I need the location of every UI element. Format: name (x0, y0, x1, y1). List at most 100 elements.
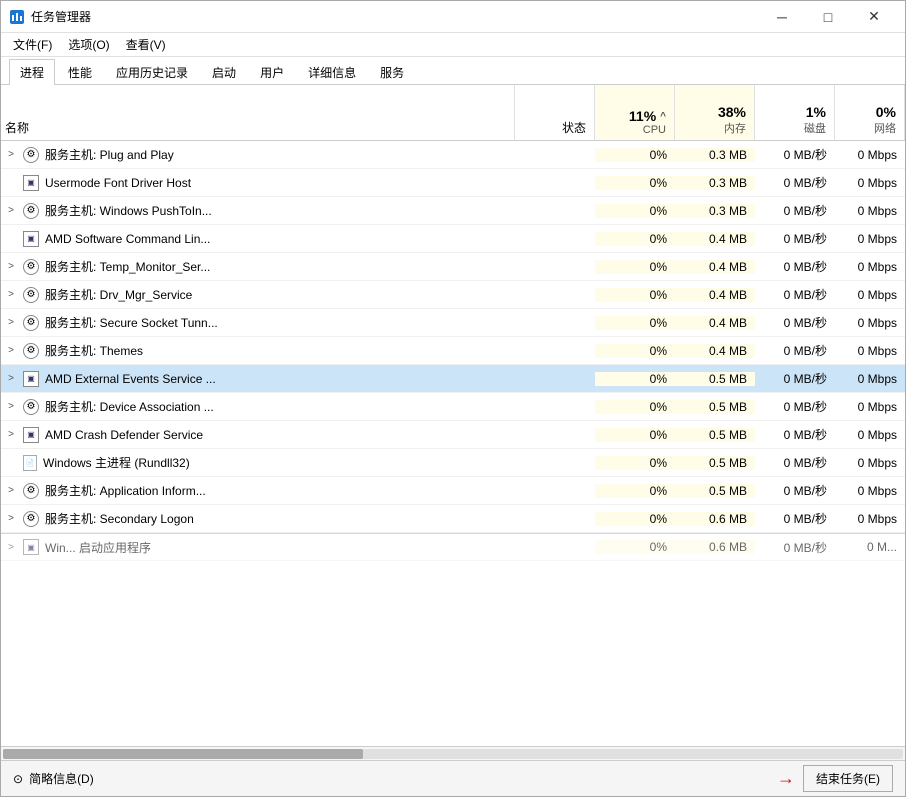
expand-arrow-icon[interactable]: > (5, 205, 17, 216)
process-cpu: 0% (595, 176, 675, 190)
process-icon: ▣ (23, 231, 39, 247)
process-cpu: 0% (595, 540, 675, 554)
process-disk: 0 MB/秒 (755, 342, 835, 359)
table-row[interactable]: >⚙服务主机: Windows PushToIn...0%0.3 MB0 MB/… (1, 197, 905, 225)
scrollbar-thumb[interactable] (3, 749, 363, 759)
process-icon: ⚙ (23, 343, 39, 359)
col-status-label: 状态 (562, 119, 586, 136)
expand-arrow-icon[interactable]: > (5, 373, 17, 384)
process-memory: 0.5 MB (675, 400, 755, 414)
cpu-label: CPU (643, 124, 666, 136)
process-network: 0 Mbps (835, 484, 905, 498)
summary-button[interactable]: ⊙ 简略信息(D) (13, 770, 94, 787)
col-header-disk[interactable]: 1% 磁盘 (755, 85, 835, 140)
expand-arrow-icon[interactable]: > (5, 513, 17, 524)
process-memory: 0.5 MB (675, 428, 755, 442)
table-row[interactable]: >⚙服务主机: Themes0%0.4 MB0 MB/秒0 Mbps (1, 337, 905, 365)
process-network: 0 Mbps (835, 512, 905, 526)
process-name: Usermode Font Driver Host (45, 176, 191, 190)
col-header-name[interactable]: 名称 (1, 85, 515, 140)
status-bar: ⊙ 简略信息(D) → 结束任务(E) (1, 760, 905, 796)
process-disk: 0 MB/秒 (755, 539, 835, 556)
expand-arrow-icon[interactable]: > (5, 317, 17, 328)
process-icon: ⚙ (23, 399, 39, 415)
process-name-cell: >▣Win... 启动应用程序 (1, 539, 515, 556)
expand-arrow-icon[interactable]: > (5, 542, 17, 553)
table-row[interactable]: >⚙服务主机: Plug and Play0%0.3 MB0 MB/秒0 Mbp… (1, 141, 905, 169)
process-icon: ▣ (23, 539, 39, 555)
col-header-status[interactable]: 状态 (515, 85, 595, 140)
process-cpu: 0% (595, 428, 675, 442)
minimize-button[interactable]: ─ (759, 1, 805, 33)
expand-arrow-icon[interactable]: > (5, 289, 17, 300)
process-name: AMD Crash Defender Service (45, 428, 203, 442)
process-table-container: 名称 状态 11% ^ CPU 38% 内存 1% (1, 85, 905, 760)
process-name: 服务主机: Secondary Logon (45, 510, 194, 527)
table-header: 名称 状态 11% ^ CPU 38% 内存 1% (1, 85, 905, 141)
window-controls: ─ □ ✕ (759, 1, 897, 33)
tab-performance[interactable]: 性能 (57, 59, 103, 85)
tab-app-history[interactable]: 应用历史记录 (105, 59, 199, 85)
process-cpu: 0% (595, 232, 675, 246)
table-row[interactable]: >⚙服务主机: Secure Socket Tunn...0%0.4 MB0 M… (1, 309, 905, 337)
tab-startup[interactable]: 启动 (201, 59, 247, 85)
title-bar: 任务管理器 ─ □ ✕ (1, 1, 905, 33)
process-disk: 0 MB/秒 (755, 370, 835, 387)
process-icon: ⚙ (23, 315, 39, 331)
expand-arrow-icon[interactable]: > (5, 345, 17, 356)
col-header-memory[interactable]: 38% 内存 (675, 85, 755, 140)
process-disk: 0 MB/秒 (755, 174, 835, 191)
table-row[interactable]: >⚙服务主机: Device Association ...0%0.5 MB0 … (1, 393, 905, 421)
end-task-button[interactable]: 结束任务(E) (803, 765, 893, 792)
expand-arrow-icon[interactable]: > (5, 261, 17, 272)
col-name-label: 名称 (5, 119, 29, 136)
process-name-cell: >⚙服务主机: Secondary Logon (1, 510, 515, 527)
table-row[interactable]: ▣Usermode Font Driver Host 0%0.3 MB0 MB/秒… (1, 169, 905, 197)
table-row[interactable]: >⚙服务主机: Temp_Monitor_Ser...0%0.4 MB0 MB/… (1, 253, 905, 281)
process-memory: 0.3 MB (675, 176, 755, 190)
close-button[interactable]: ✕ (851, 1, 897, 33)
menu-file[interactable]: 文件(F) (5, 34, 60, 55)
tab-process[interactable]: 进程 (9, 59, 55, 85)
table-body[interactable]: >⚙服务主机: Plug and Play0%0.3 MB0 MB/秒0 Mbp… (1, 141, 905, 746)
expand-arrow-icon[interactable]: > (5, 401, 17, 412)
process-name-cell: ▣Usermode Font Driver Host (1, 175, 515, 191)
expand-arrow-icon[interactable]: > (5, 149, 17, 160)
process-memory: 0.6 MB (675, 512, 755, 526)
process-icon: ⚙ (23, 287, 39, 303)
process-name-cell: ▣AMD Software Command Lin... (1, 231, 515, 247)
table-row[interactable]: >▣AMD External Events Service ...0%0.5 M… (1, 365, 905, 393)
table-row[interactable]: >▣Win... 启动应用程序0%0.6 MB0 MB/秒0 M... (1, 533, 905, 561)
menu-options[interactable]: 选项(O) (60, 34, 117, 55)
process-name-cell: >⚙服务主机: Secure Socket Tunn... (1, 314, 515, 331)
table-row[interactable]: >⚙服务主机: Secondary Logon0%0.6 MB0 MB/秒0 M… (1, 505, 905, 533)
maximize-button[interactable]: □ (805, 1, 851, 33)
col-header-network[interactable]: 0% 网络 (835, 85, 905, 140)
table-row[interactable]: >▣AMD Crash Defender Service0%0.5 MB0 MB… (1, 421, 905, 449)
process-cpu: 0% (595, 512, 675, 526)
process-disk: 0 MB/秒 (755, 230, 835, 247)
process-memory: 0.4 MB (675, 316, 755, 330)
table-row[interactable]: >⚙服务主机: Drv_Mgr_Service0%0.4 MB0 MB/秒0 M… (1, 281, 905, 309)
table-row[interactable]: 📄Windows 主进程 (Rundll32)0%0.5 MB0 MB/秒0 M… (1, 449, 905, 477)
process-memory: 0.3 MB (675, 204, 755, 218)
process-network: 0 Mbps (835, 288, 905, 302)
process-name: 服务主机: Themes (45, 342, 143, 359)
col-header-cpu[interactable]: 11% ^ CPU (595, 85, 675, 140)
scrollbar-track[interactable] (3, 749, 903, 759)
table-row[interactable]: ▣AMD Software Command Lin...0%0.4 MB0 MB… (1, 225, 905, 253)
tab-services[interactable]: 服务 (369, 59, 415, 85)
process-memory: 0.4 MB (675, 260, 755, 274)
tab-detail[interactable]: 详细信息 (297, 59, 367, 85)
menu-view[interactable]: 查看(V) (118, 34, 174, 55)
process-network: 0 Mbps (835, 176, 905, 190)
process-memory: 0.5 MB (675, 456, 755, 470)
process-disk: 0 MB/秒 (755, 454, 835, 471)
table-row[interactable]: >⚙服务主机: Application Inform...0%0.5 MB0 M… (1, 477, 905, 505)
summary-icon: ⊙ (13, 772, 23, 786)
horizontal-scrollbar[interactable] (1, 746, 905, 760)
tab-users[interactable]: 用户 (249, 59, 295, 85)
expand-arrow-icon[interactable]: > (5, 429, 17, 440)
expand-arrow-icon[interactable]: > (5, 485, 17, 496)
process-network: 0 Mbps (835, 148, 905, 162)
